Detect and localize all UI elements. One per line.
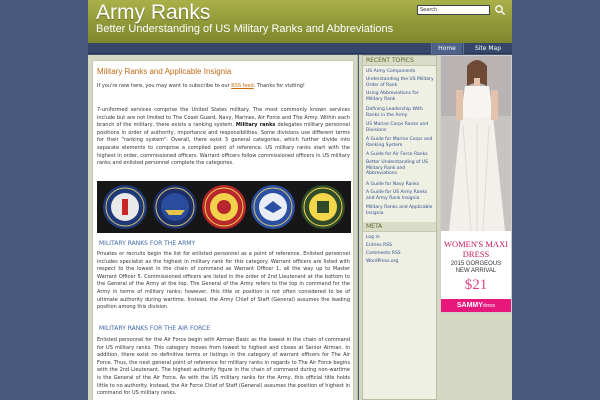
ad-brand-name: SAMMY — [456, 302, 483, 309]
ad-subline-2: NEW ARRIVAL — [455, 268, 497, 274]
navy-seal-icon — [153, 185, 197, 229]
seal-center — [161, 193, 189, 221]
air-force-paragraph: Enlisted personnel for the Air Force beg… — [97, 337, 350, 397]
recent-topic-link[interactable]: Defining Leadership With Ranks in the Ar… — [366, 107, 436, 118]
nav-bar: Home Site Map — [88, 43, 512, 54]
rss-notice-after: . Thanks for visiting! — [253, 83, 305, 89]
rss-notice: If you're new here, you may want to subs… — [97, 83, 352, 90]
rss-feed-link[interactable]: RSS feed — [231, 83, 254, 89]
seal-mark — [217, 200, 231, 214]
recent-topic-link[interactable]: Using Abbreviations for Military Rank — [366, 91, 436, 102]
marines-seal-icon — [202, 185, 246, 229]
air-force-section-heading: MILITARY RANKS FOR THE AIR FORCE — [99, 325, 210, 332]
site-tagline: Better Understanding of US Military Rank… — [96, 23, 394, 35]
post: Military Ranks and Applicable Insignia I… — [92, 60, 354, 400]
sidebar-widgets: RECENT TOPICS US Army Components Underst… — [362, 55, 437, 400]
recent-topic-link[interactable]: US Army Components — [366, 69, 436, 75]
meta-title: META — [363, 222, 436, 232]
search-icon[interactable] — [494, 4, 506, 16]
recent-topic-link[interactable]: A Guide for Air Force Ranks — [366, 152, 436, 158]
nav-home[interactable]: Home — [431, 43, 462, 54]
meta-link[interactable]: Log in — [366, 235, 436, 241]
recent-topic-link[interactable]: A Guide for US Army Ranks and Army Rank … — [366, 190, 436, 201]
intro-bold: Military ranks — [235, 122, 276, 129]
air-force-seal-icon — [251, 185, 295, 229]
site-title[interactable]: Army Ranks — [96, 1, 210, 25]
meta-link[interactable]: Entries RSS — [366, 243, 436, 249]
ad-headline-1: WOMEN'S MAXI — [443, 239, 509, 249]
ad-headline-2: DRESS — [462, 249, 490, 259]
site-header: Army Ranks Better Understanding of US Mi… — [88, 0, 512, 43]
recent-topic-link[interactable]: Better Understanding of US Military Rank… — [366, 160, 436, 177]
recent-topic-link[interactable]: A Guide for Marine Corps and Ranking Sys… — [366, 137, 436, 148]
ad-brand-logo: SAMMYdress — [441, 299, 511, 312]
seal-mark — [317, 201, 329, 213]
ad-subline-1: 2015 GORGEOUS — [450, 261, 502, 267]
meta-link[interactable]: WordPress.org — [366, 259, 436, 265]
nav-site-map[interactable]: Site Map — [463, 43, 512, 54]
page: Army Ranks Better Understanding of US Mi… — [88, 0, 512, 400]
post-title[interactable]: Military Ranks and Applicable Insignia — [97, 67, 347, 76]
coast-guard-seal-icon — [103, 185, 147, 229]
search-input[interactable]: Search — [417, 5, 490, 15]
recent-topic-link[interactable]: Military Ranks and Applicable Insignia — [366, 205, 436, 216]
ad-photo-dress-model — [441, 56, 511, 231]
meta-link[interactable]: Comments RSS — [366, 251, 436, 257]
rss-notice-before: If you're new here, you may want to subs… — [97, 83, 232, 89]
recent-topic-link[interactable]: A Guide for Navy Ranks — [366, 182, 436, 188]
ad-brand-suffix: dress — [482, 303, 496, 309]
sidebar: RECENT TOPICS US Army Components Underst… — [359, 55, 512, 400]
dress-ad[interactable]: WOMEN'S MAXI DRESS 2015 GORGEOUS NEW ARR… — [440, 55, 512, 313]
military-seals-image — [97, 181, 351, 233]
seal-mark — [122, 199, 128, 215]
recent-topic-link[interactable]: US Marine Corps Ranks and Divisions — [366, 122, 436, 133]
recent-topics-title: RECENT TOPICS — [363, 56, 436, 66]
main-content: Military Ranks and Applicable Insignia I… — [88, 55, 358, 400]
intro-rest: delegates military personnel positions i… — [97, 122, 350, 167]
recent-topic-link[interactable]: Understanding the US Military Order of R… — [366, 77, 436, 88]
army-seal-icon — [301, 185, 345, 229]
army-section-heading: MILITARY RANKS FOR THE ARMY — [99, 240, 196, 247]
army-paragraph: Privates or recruits begin the list for … — [97, 251, 350, 311]
intro-paragraph: 7-uniformed services comprise the United… — [97, 107, 350, 168]
ad-price: $21 — [464, 277, 488, 293]
